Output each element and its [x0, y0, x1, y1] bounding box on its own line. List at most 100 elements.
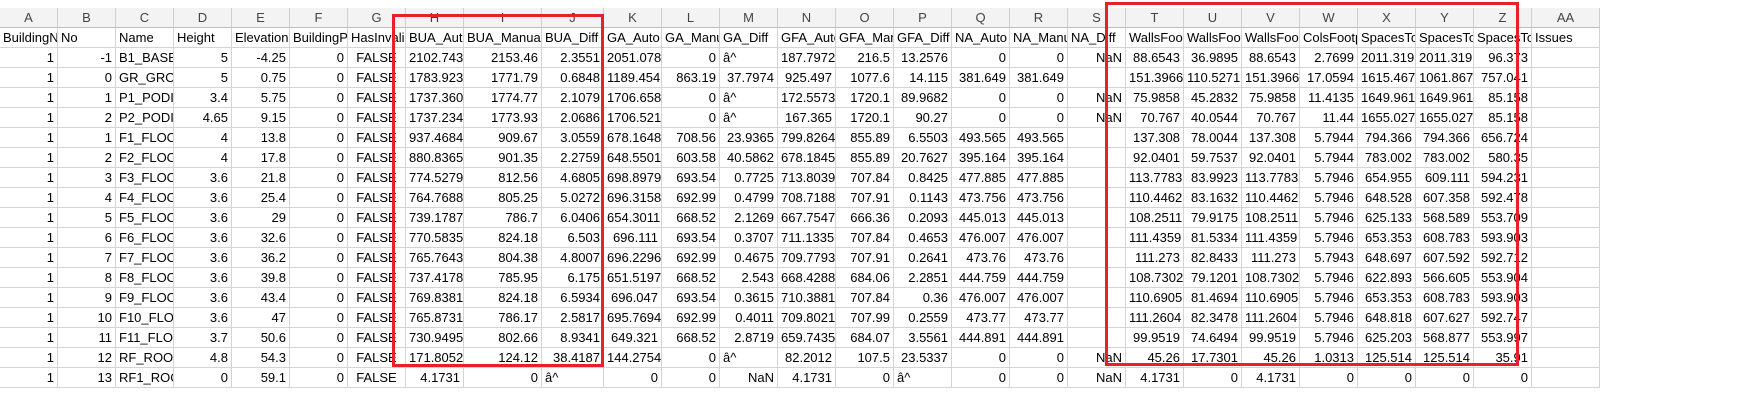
data-cell[interactable]: â^	[720, 348, 778, 368]
data-cell[interactable]: 0.2641	[894, 248, 952, 268]
data-cell[interactable]: 607.358	[1416, 188, 1474, 208]
data-cell[interactable]: 855.89	[836, 148, 894, 168]
data-cell[interactable]: 473.76	[952, 248, 1010, 268]
data-cell[interactable]: 769.8381	[406, 288, 464, 308]
data-cell[interactable]: 85.158	[1474, 88, 1532, 108]
data-cell[interactable]: 622.893	[1358, 268, 1416, 288]
data-cell[interactable]: 79.9175	[1184, 208, 1242, 228]
data-cell[interactable]: 4	[58, 188, 116, 208]
data-cell[interactable]: 654.955	[1358, 168, 1416, 188]
data-cell[interactable]: 124.12	[464, 348, 542, 368]
data-cell[interactable]: 0	[290, 88, 348, 108]
data-cell[interactable]: FALSE	[348, 288, 406, 308]
data-cell[interactable]: 4.6805	[542, 168, 604, 188]
data-cell[interactable]: 10	[58, 308, 116, 328]
data-cell[interactable]: 1706.521	[604, 108, 662, 128]
data-cell[interactable]: -1	[58, 48, 116, 68]
data-cell[interactable]: 2011.319	[1358, 48, 1416, 68]
data-cell[interactable]: 8	[58, 268, 116, 288]
data-cell[interactable]: 863.19	[662, 68, 720, 88]
data-cell[interactable]: 794.366	[1358, 128, 1416, 148]
data-cell[interactable]: FALSE	[348, 188, 406, 208]
data-cell[interactable]: 14.115	[894, 68, 952, 88]
data-cell[interactable]: 0.4653	[894, 228, 952, 248]
data-cell[interactable]: 708.56	[662, 128, 720, 148]
data-cell[interactable]: 0	[662, 348, 720, 368]
data-cell[interactable]: F3_FLOOR	[116, 168, 174, 188]
data-cell[interactable]: 1	[0, 148, 58, 168]
data-cell[interactable]: 593.903	[1474, 228, 1532, 248]
data-cell[interactable]: 0.75	[232, 68, 290, 88]
data-cell[interactable]: FALSE	[348, 228, 406, 248]
data-cell[interactable]: 20.7627	[894, 148, 952, 168]
data-cell[interactable]	[1532, 128, 1600, 148]
data-cell[interactable]: RF1_ROOF	[116, 368, 174, 388]
column-header-J[interactable]: J	[542, 8, 604, 28]
data-cell[interactable]: 0	[58, 68, 116, 88]
data-cell[interactable]: 473.756	[952, 188, 1010, 208]
data-cell[interactable]: 608.783	[1416, 228, 1474, 248]
data-cell[interactable]: 83.1632	[1184, 188, 1242, 208]
data-cell[interactable]: 0	[290, 168, 348, 188]
data-cell[interactable]: 1	[0, 308, 58, 328]
header-cell-Z[interactable]: SpacesTot	[1474, 28, 1532, 48]
column-header-F[interactable]: F	[290, 8, 348, 28]
data-cell[interactable]: 696.2296	[604, 248, 662, 268]
header-cell-I[interactable]: BUA_Manual	[464, 28, 542, 48]
data-cell[interactable]: 167.365	[778, 108, 836, 128]
data-cell[interactable]: 5.7946	[1300, 288, 1358, 308]
data-cell[interactable]: 11.4135	[1300, 88, 1358, 108]
header-cell-G[interactable]: HasInvali	[348, 28, 406, 48]
data-cell[interactable]: 909.67	[464, 128, 542, 148]
data-cell[interactable]: 54.3	[232, 348, 290, 368]
data-cell[interactable]: 7	[58, 248, 116, 268]
data-cell[interactable]: 0.3707	[720, 228, 778, 248]
data-cell[interactable]	[1068, 228, 1126, 248]
data-cell[interactable]: 3.6	[174, 308, 232, 328]
header-cell-O[interactable]: GFA_Manu	[836, 28, 894, 48]
data-cell[interactable]: 78.0044	[1184, 128, 1242, 148]
data-cell[interactable]: 82.8433	[1184, 248, 1242, 268]
data-cell[interactable]: 32.6	[232, 228, 290, 248]
data-cell[interactable]: FALSE	[348, 48, 406, 68]
column-header-R[interactable]: R	[1010, 8, 1068, 28]
data-cell[interactable]: 1773.93	[464, 108, 542, 128]
data-cell[interactable]: 477.885	[952, 168, 1010, 188]
data-cell[interactable]: 668.52	[662, 268, 720, 288]
data-cell[interactable]: 113.7783	[1126, 168, 1184, 188]
header-cell-AA[interactable]: Issues	[1532, 28, 1600, 48]
data-cell[interactable]: 764.7688	[406, 188, 464, 208]
column-header-D[interactable]: D	[174, 8, 232, 28]
data-cell[interactable]: 1	[0, 228, 58, 248]
data-cell[interactable]: 757.041	[1474, 68, 1532, 88]
data-cell[interactable]: 566.605	[1416, 268, 1474, 288]
data-cell[interactable]: 75.9858	[1126, 88, 1184, 108]
data-cell[interactable]: 82.3478	[1184, 308, 1242, 328]
data-cell[interactable]: 37.7974	[720, 68, 778, 88]
data-cell[interactable]: 1189.454	[604, 68, 662, 88]
data-cell[interactable]	[1532, 248, 1600, 268]
data-cell[interactable]: 39.8	[232, 268, 290, 288]
data-cell[interactable]: 1	[0, 328, 58, 348]
data-cell[interactable]: 13.2576	[894, 48, 952, 68]
data-cell[interactable]: 187.7972	[778, 48, 836, 68]
data-cell[interactable]: 493.565	[1010, 128, 1068, 148]
data-cell[interactable]: 709.8021	[778, 308, 836, 328]
data-cell[interactable]	[1532, 228, 1600, 248]
data-cell[interactable]: 696.047	[604, 288, 662, 308]
data-cell[interactable]: 1720.1	[836, 88, 894, 108]
data-cell[interactable]: 88.6543	[1126, 48, 1184, 68]
data-cell[interactable]: 17.8	[232, 148, 290, 168]
data-cell[interactable]: P1_PODIU	[116, 88, 174, 108]
data-cell[interactable]: NaN	[1068, 48, 1126, 68]
data-cell[interactable]: 70.767	[1242, 108, 1300, 128]
column-header-I[interactable]: I	[464, 8, 542, 28]
data-cell[interactable]: 707.91	[836, 188, 894, 208]
data-cell[interactable]: RF_ROOF I	[116, 348, 174, 368]
data-cell[interactable]: 3.6	[174, 288, 232, 308]
data-cell[interactable]: 4.1731	[1242, 368, 1300, 388]
data-cell[interactable]: 568.589	[1416, 208, 1474, 228]
data-cell[interactable]: 0	[1358, 368, 1416, 388]
data-cell[interactable]: 2102.7432	[406, 48, 464, 68]
data-cell[interactable]: FALSE	[348, 68, 406, 88]
